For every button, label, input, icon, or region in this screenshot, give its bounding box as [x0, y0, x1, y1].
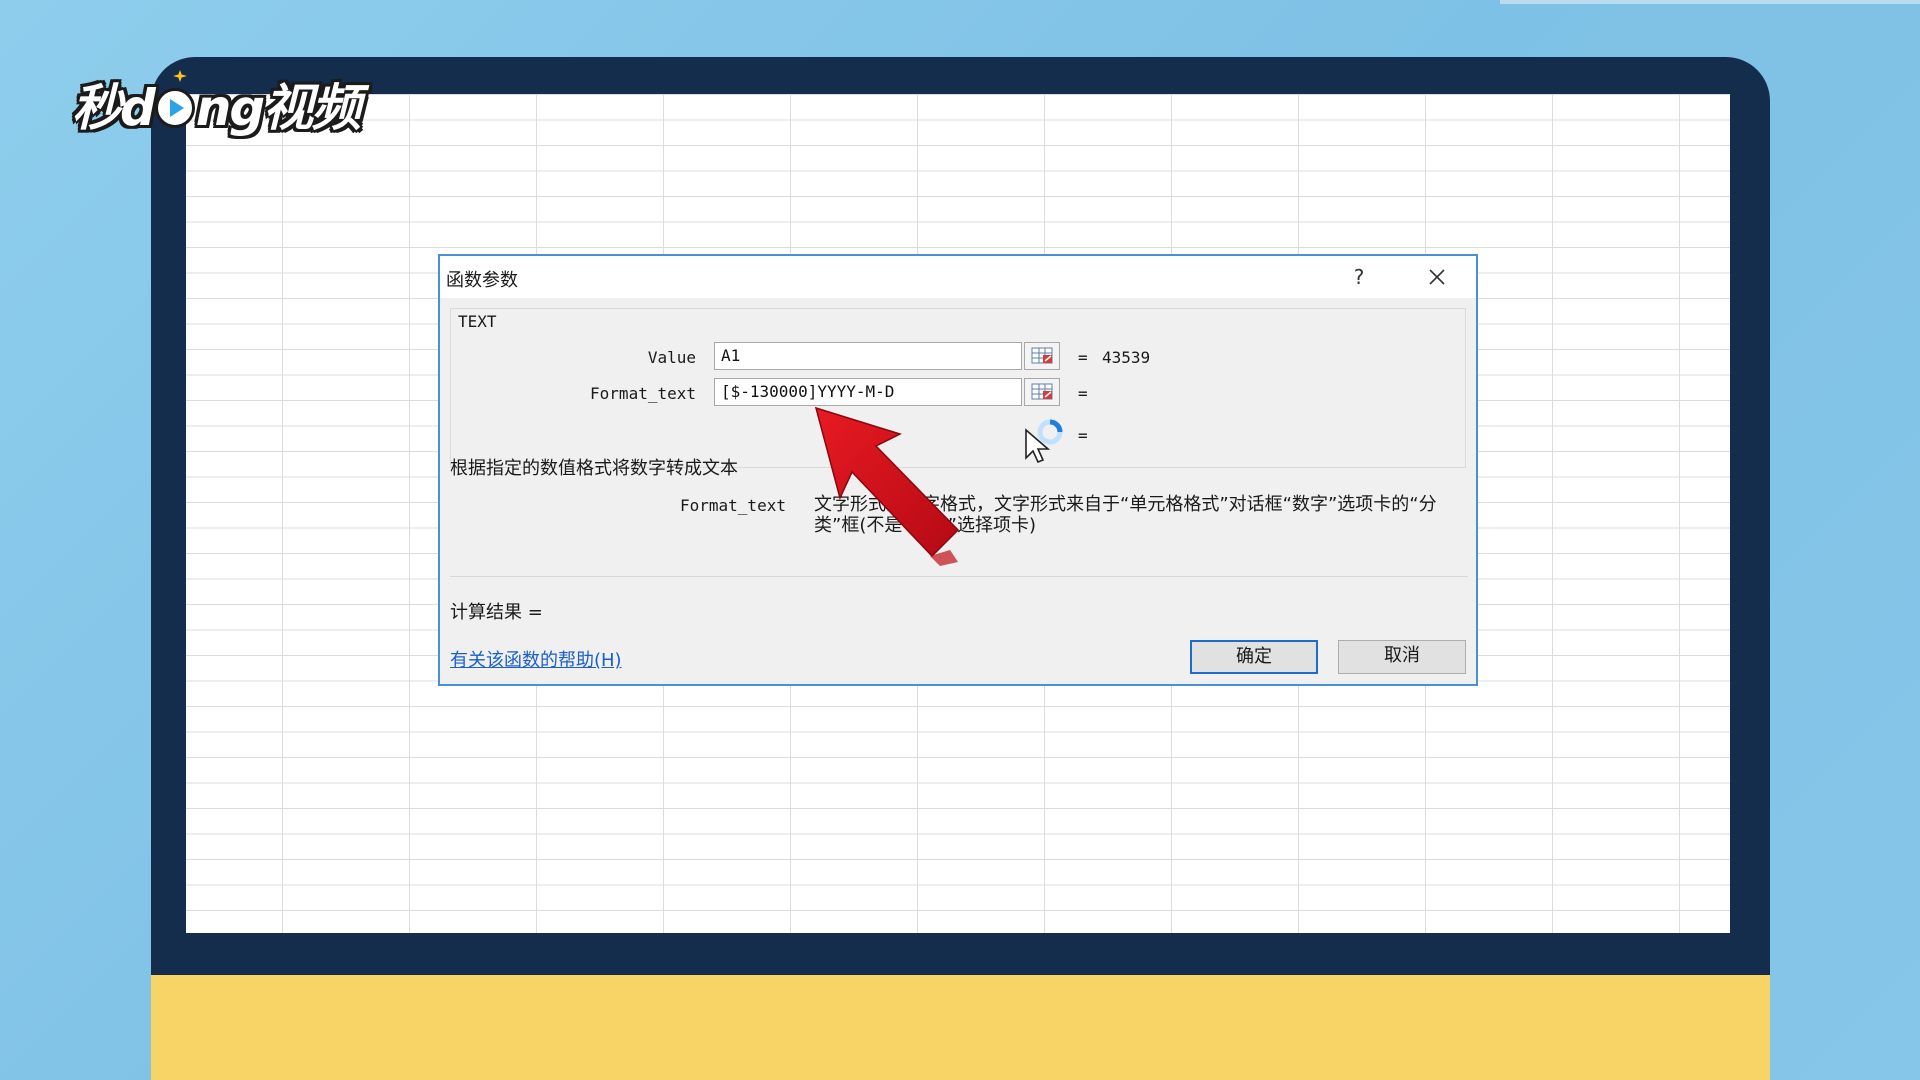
dialog-titlebar[interactable]: 函数参数 ?	[440, 256, 1476, 298]
logo-text-suffix: ng视频	[195, 79, 361, 137]
param-help-text: 文字形式的数字格式，文字形式来自于“单元格格式”对话框“数字”选项卡的“分类”框…	[814, 494, 1437, 536]
function-name-label: TEXT	[458, 312, 497, 331]
help-button[interactable]: ?	[1346, 264, 1372, 290]
ok-button[interactable]: 确定	[1190, 640, 1318, 674]
format-text-label: Format_text	[590, 384, 696, 403]
range-select-icon	[1031, 383, 1053, 400]
logo-spark-icon	[173, 70, 187, 82]
value-range-button[interactable]	[1024, 342, 1060, 370]
close-button[interactable]	[1422, 262, 1452, 292]
format-text-equals: =	[1078, 384, 1088, 403]
param-help-name: Format_text	[680, 496, 786, 515]
range-select-icon	[1031, 347, 1053, 364]
calculation-result-label: 计算结果 =	[450, 602, 543, 623]
dialog-title: 函数参数	[446, 270, 518, 291]
function-result-equals: =	[1078, 426, 1088, 445]
value-label: Value	[647, 348, 696, 367]
logo-play-icon	[154, 88, 195, 128]
function-description: 根据指定的数值格式将数字转成文本	[450, 458, 738, 479]
background-stripe	[1500, 0, 1920, 4]
logo-text-prefix: 秒d	[72, 79, 156, 137]
function-arguments-dialog: 函数参数 ? TEXT Value A1 = 43539 Format_text…	[438, 254, 1478, 686]
format-text-range-button[interactable]	[1024, 378, 1060, 406]
value-input[interactable]: A1	[714, 342, 1022, 370]
format-text-input[interactable]: [$-130000]YYYY-M-D	[714, 378, 1022, 406]
function-help-link[interactable]: 有关该函数的帮助(H)	[450, 646, 622, 672]
close-icon	[1429, 269, 1445, 285]
dialog-separator	[450, 576, 1468, 577]
monitor-base	[151, 975, 1770, 1080]
value-equals: =	[1078, 348, 1088, 367]
cancel-button[interactable]: 取消	[1338, 640, 1466, 674]
value-result: 43539	[1102, 348, 1151, 367]
brand-logo: 秒d ng视频	[72, 64, 361, 144]
